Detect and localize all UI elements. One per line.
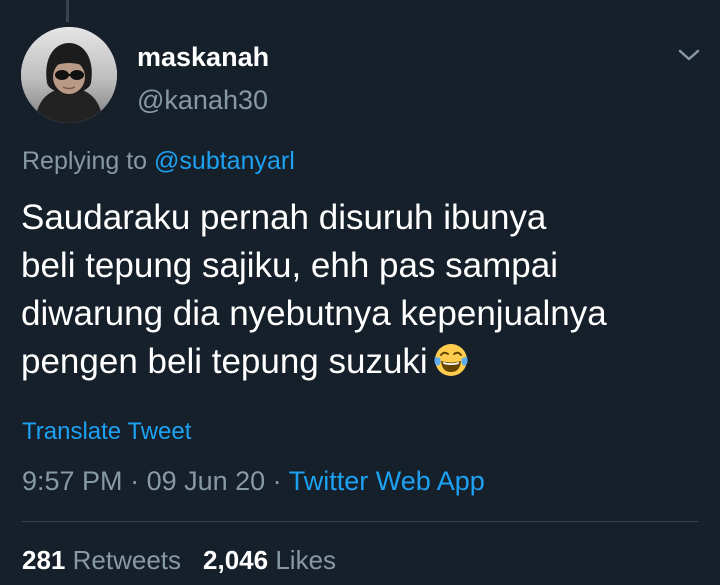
reply-mention-link[interactable]: @subtanyarl — [154, 147, 295, 175]
translate-tweet-link[interactable]: Translate Tweet — [22, 418, 191, 446]
meta-separator: · — [122, 466, 147, 496]
avatar[interactable] — [21, 27, 117, 123]
user-handle[interactable]: @kanah30 — [137, 85, 268, 116]
retweets-count: 281 — [22, 545, 66, 575]
tweet-text-line: beli tepung sajiku, ehh pas sampai — [21, 246, 559, 285]
tweet-date[interactable]: 09 Jun 20 — [147, 466, 266, 496]
meta-separator: · — [265, 466, 289, 496]
likes-stat[interactable]: 2,046 Likes — [203, 545, 336, 575]
retweets-label: Retweets — [72, 545, 182, 575]
tweet-text-segment: pengen beli tepung suzuki — [21, 342, 428, 381]
retweets-stat[interactable]: 281 Retweets — [22, 545, 181, 575]
chevron-down-icon[interactable] — [676, 42, 702, 68]
tweet-meta: 9:57 PM · 09 Jun 20 · Twitter Web App — [22, 466, 485, 497]
replying-to: Replying to @subtanyarl — [22, 147, 295, 176]
tweet-source-link[interactable]: Twitter Web App — [289, 466, 485, 496]
tweet-text-line: pengen beli tepung suzuki — [21, 338, 711, 386]
tweet-text-line: diwarung dia nyebutnya kepenjualnya — [21, 294, 607, 333]
tweet-text: Saudaraku pernah disuruh ibunya beli tep… — [21, 194, 711, 386]
likes-count: 2,046 — [203, 545, 269, 575]
replying-prefix: Replying to — [22, 147, 155, 175]
tweet-text-line: Saudaraku pernah disuruh ibunya — [21, 198, 547, 237]
divider — [22, 521, 698, 522]
face-with-tears-of-joy-icon — [434, 344, 468, 376]
user-display-name[interactable]: maskanah — [137, 42, 269, 73]
tweet-stats: 281 Retweets 2,046 Likes — [22, 545, 336, 576]
tweet-time[interactable]: 9:57 PM — [22, 466, 123, 496]
likes-label: Likes — [275, 545, 337, 575]
thread-connector-line — [66, 0, 69, 22]
avatar-image — [21, 27, 117, 123]
